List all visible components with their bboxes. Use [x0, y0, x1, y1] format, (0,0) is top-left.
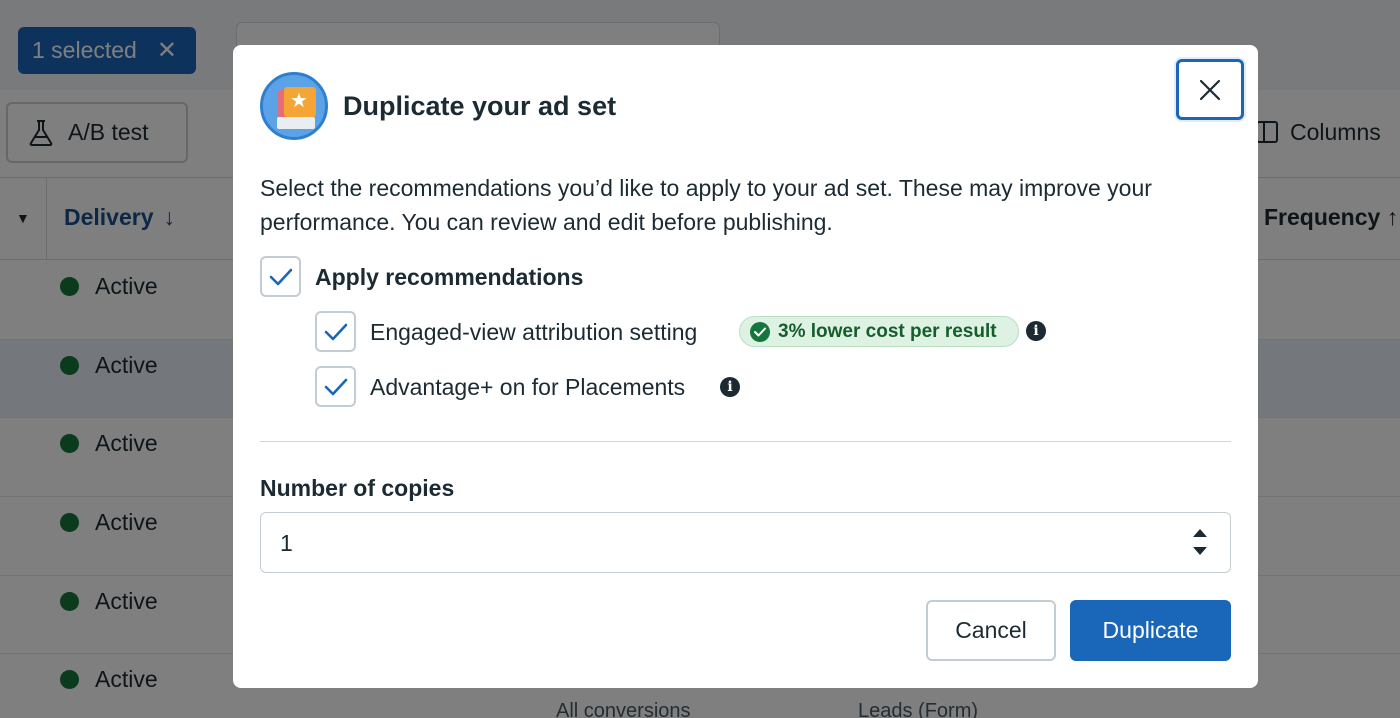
section-divider	[260, 441, 1231, 442]
advantage-placements-checkbox[interactable]	[315, 366, 356, 407]
lower-cost-badge: 3% lower cost per result	[739, 316, 1019, 347]
number-of-copies-label: Number of copies	[260, 475, 455, 501]
checkmark-icon	[324, 323, 347, 340]
advantage-placements-label[interactable]: Advantage+ on for Placements	[370, 374, 685, 401]
close-button[interactable]	[1176, 59, 1244, 120]
ad-set-duplicate-icon: ★	[260, 72, 328, 140]
check-circle-icon	[750, 321, 770, 342]
badge-text: 3% lower cost per result	[778, 320, 997, 342]
apply-recommendations-label[interactable]: Apply recommendations	[315, 264, 583, 291]
engaged-view-checkbox[interactable]	[315, 311, 356, 352]
number-of-copies-input[interactable]: 1	[260, 512, 1231, 573]
duplicate-ad-set-dialog: ★ Duplicate your ad set Select the recom…	[233, 45, 1258, 688]
copies-value: 1	[280, 530, 293, 556]
duplicate-button[interactable]: Duplicate	[1070, 600, 1231, 661]
stepper-down-icon[interactable]	[1193, 547, 1207, 555]
checkmark-icon	[269, 268, 292, 285]
engaged-view-label[interactable]: Engaged-view attribution setting	[370, 319, 697, 346]
dialog-description: Select the recommendations you’d like to…	[260, 175, 1152, 235]
cancel-button[interactable]: Cancel	[926, 600, 1056, 661]
info-icon[interactable]: i	[1026, 321, 1046, 341]
info-icon[interactable]: i	[720, 377, 740, 397]
dialog-title: Duplicate your ad set	[343, 91, 617, 121]
apply-recommendations-checkbox[interactable]	[260, 256, 301, 297]
stepper-up-icon[interactable]	[1193, 529, 1207, 537]
quantity-stepper[interactable]	[1190, 525, 1210, 561]
checkmark-icon	[324, 378, 347, 395]
close-icon	[1199, 79, 1221, 100]
